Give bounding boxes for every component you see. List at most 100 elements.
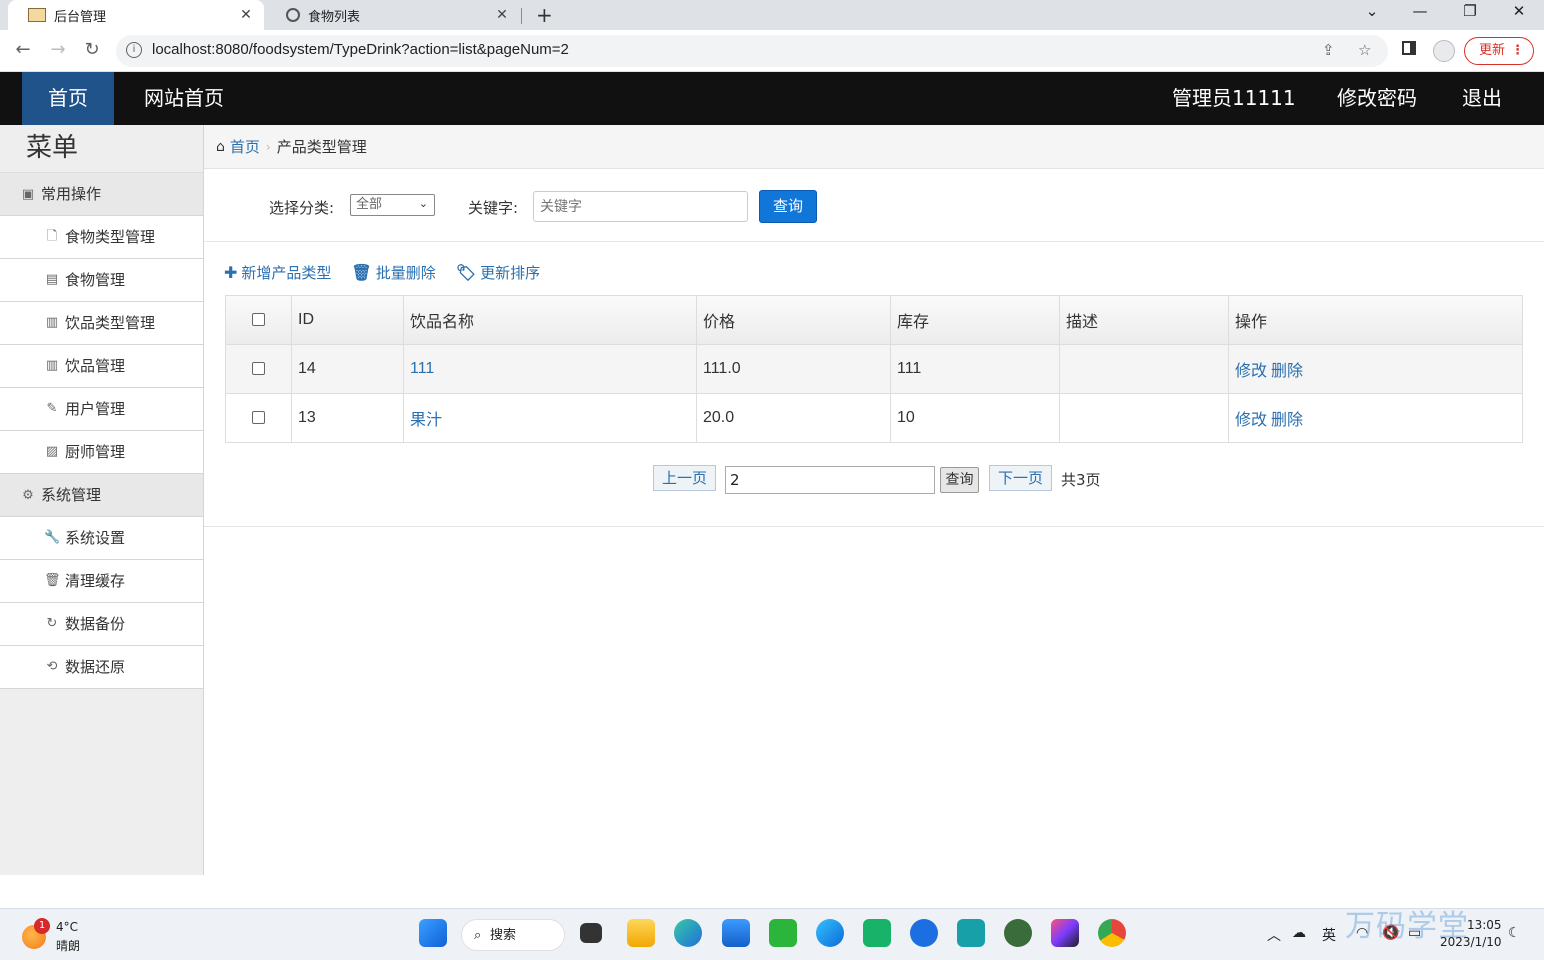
- back-icon[interactable]: ←: [11, 39, 35, 60]
- chat-app-icon[interactable]: [863, 919, 891, 947]
- edit-link[interactable]: 修改: [1235, 412, 1267, 429]
- weather-widget[interactable]: 1 4°C 晴朗: [22, 918, 102, 953]
- sidebar-item-restore[interactable]: ⟲ 数据还原: [0, 646, 203, 689]
- wifi-icon[interactable]: ◠: [1356, 925, 1368, 941]
- tray-chevron-icon[interactable]: ︿: [1267, 925, 1281, 945]
- idea-app-icon[interactable]: [957, 919, 985, 947]
- sidebar-item-settings[interactable]: 🔧 系统设置: [0, 517, 203, 560]
- profile-avatar[interactable]: [1433, 40, 1455, 62]
- sidebar-title: 菜单: [0, 125, 203, 173]
- tab-food-list[interactable]: 食物列表 ✕: [266, 0, 520, 30]
- next-page-button[interactable]: 下一页: [989, 465, 1053, 491]
- sidebar-group-system[interactable]: ⚙ 系统管理: [0, 474, 203, 517]
- store-icon[interactable]: [722, 919, 750, 947]
- prev-page-button[interactable]: 上一页: [653, 465, 717, 491]
- id-cell: 13: [291, 393, 404, 443]
- delete-link[interactable]: 删除: [1271, 412, 1303, 429]
- sidebar-item-drink-type[interactable]: ▥ 饮品类型管理: [0, 302, 203, 345]
- nav-site-home[interactable]: 网站首页: [132, 72, 236, 125]
- close-icon[interactable]: ✕: [494, 7, 510, 23]
- sidebar-item-label: 数据还原: [65, 658, 126, 676]
- ime-indicator[interactable]: 英: [1322, 925, 1336, 945]
- sidebar-item-user[interactable]: ✎ 用户管理: [0, 388, 203, 431]
- select-all-checkbox[interactable]: [252, 313, 265, 327]
- sidebar-item-food-type[interactable]: 🗋 食物类型管理: [0, 216, 203, 259]
- reload-icon[interactable]: ↻: [80, 39, 104, 60]
- name-link[interactable]: 果汁: [410, 412, 442, 429]
- new-tab-icon[interactable]: +: [536, 3, 553, 27]
- edit-link[interactable]: 修改: [1235, 363, 1267, 380]
- batch-delete-button[interactable]: 🗑 批量删除: [351, 262, 435, 283]
- file-explorer-icon[interactable]: [627, 919, 655, 947]
- keyword-input[interactable]: [533, 191, 748, 222]
- url-bar[interactable]: i localhost:8080/foodsystem/TypeDrink?ac…: [116, 35, 1388, 67]
- add-type-button[interactable]: ✚ 新增产品类型: [224, 262, 331, 283]
- sidebar-group-common[interactable]: ▣ 常用操作: [0, 173, 203, 216]
- sidebar-item-clear-cache[interactable]: 🗑 清理缓存: [0, 560, 203, 603]
- table-row: 13 果汁 20.0 10 修改 删除: [225, 393, 1523, 443]
- table-row: 14 111 111.0 111 修改 删除: [225, 344, 1523, 394]
- name-link[interactable]: 111: [410, 360, 434, 377]
- category-select[interactable]: 全部 ⌄: [350, 194, 435, 216]
- task-view-icon[interactable]: [580, 923, 602, 943]
- ie-browser-icon[interactable]: [816, 919, 844, 947]
- start-menu-icon[interactable]: [419, 919, 447, 947]
- tab-admin[interactable]: 后台管理 ✕: [8, 0, 264, 30]
- id-cell: 14: [291, 344, 404, 394]
- tab-search-chevron-icon[interactable]: ⌄: [1357, 2, 1387, 20]
- nav-change-password[interactable]: 修改密码: [1337, 72, 1417, 125]
- site-info-icon[interactable]: i: [126, 42, 142, 58]
- column-header: 价格: [696, 295, 891, 345]
- update-sort-button[interactable]: 🏷 更新排序: [456, 262, 540, 283]
- sidebar-item-backup[interactable]: ↻ 数据备份: [0, 603, 203, 646]
- taskbar-search[interactable]: ⌕ 搜索: [461, 919, 565, 951]
- forward-icon[interactable]: →: [46, 39, 70, 60]
- focus-moon-icon[interactable]: ☾: [1508, 925, 1521, 941]
- nav-admin-user[interactable]: 管理员11111: [1172, 72, 1296, 125]
- sidebar-group-label: 系统管理: [41, 485, 102, 504]
- table-header-row: ID 饮品名称 价格 库存 描述 操作: [225, 295, 1523, 345]
- restore-icon[interactable]: ❐: [1455, 2, 1485, 20]
- volume-muted-icon[interactable]: 🔇: [1382, 925, 1399, 941]
- row-checkbox[interactable]: [252, 362, 265, 376]
- main-content: ⌂ 首页 › 产品类型管理 选择分类: 全部 ⌄ 关键字: 查询 ✚ 新增产品类…: [204, 125, 1544, 875]
- delete-link[interactable]: 删除: [1271, 363, 1303, 380]
- battery-icon[interactable]: ▭: [1408, 925, 1421, 941]
- intellij-icon[interactable]: [1051, 919, 1079, 947]
- chrome-icon[interactable]: [1098, 919, 1126, 947]
- total-pages: 共3页: [1061, 471, 1101, 489]
- wechat-icon[interactable]: [769, 919, 797, 947]
- more-menu-icon[interactable]: ⋮: [1511, 38, 1524, 64]
- sync-icon: ⟲: [46, 659, 58, 674]
- go-page-button[interactable]: 查询: [940, 467, 979, 493]
- close-icon[interactable]: ✕: [238, 7, 254, 23]
- close-window-icon[interactable]: ✕: [1504, 2, 1534, 20]
- nav-home[interactable]: 首页: [22, 72, 114, 125]
- breadcrumb-home-link[interactable]: 首页: [230, 136, 260, 157]
- page-number-input[interactable]: 2: [725, 466, 935, 494]
- desc-cell: [1059, 344, 1229, 394]
- cloud-icon[interactable]: ☁: [1292, 925, 1306, 941]
- hs-app-icon[interactable]: [1004, 919, 1032, 947]
- minimize-icon[interactable]: —: [1405, 2, 1435, 20]
- edge-browser-icon[interactable]: [674, 919, 702, 947]
- url-text[interactable]: localhost:8080/foodsystem/TypeDrink?acti…: [152, 41, 569, 58]
- update-button[interactable]: 更新 ⋮: [1464, 37, 1534, 65]
- sidebar-item-food[interactable]: ▤ 食物管理: [0, 259, 203, 302]
- side-panel-icon[interactable]: [1402, 41, 1416, 55]
- share-icon[interactable]: ⇪: [1322, 41, 1335, 59]
- sidebar-item-drink[interactable]: ▥ 饮品管理: [0, 345, 203, 388]
- row-checkbox[interactable]: [252, 411, 265, 425]
- column-header: 操作: [1228, 295, 1523, 345]
- sidebar-item-label: 用户管理: [65, 400, 126, 418]
- bookmark-star-icon[interactable]: ☆: [1358, 41, 1371, 59]
- system-clock[interactable]: 13:05 2023/1/10: [1440, 917, 1502, 951]
- nav-logout[interactable]: 退出: [1462, 72, 1502, 125]
- select-all-cell: [225, 295, 292, 345]
- search-button[interactable]: 查询: [759, 190, 817, 223]
- column-header: ID: [291, 295, 404, 345]
- sidebar-group-label: 常用操作: [41, 184, 102, 203]
- sidebar-item-label: 食物类型管理: [65, 228, 156, 246]
- lark-app-icon[interactable]: [910, 919, 938, 947]
- sidebar-item-chef[interactable]: ▨ 厨师管理: [0, 431, 203, 474]
